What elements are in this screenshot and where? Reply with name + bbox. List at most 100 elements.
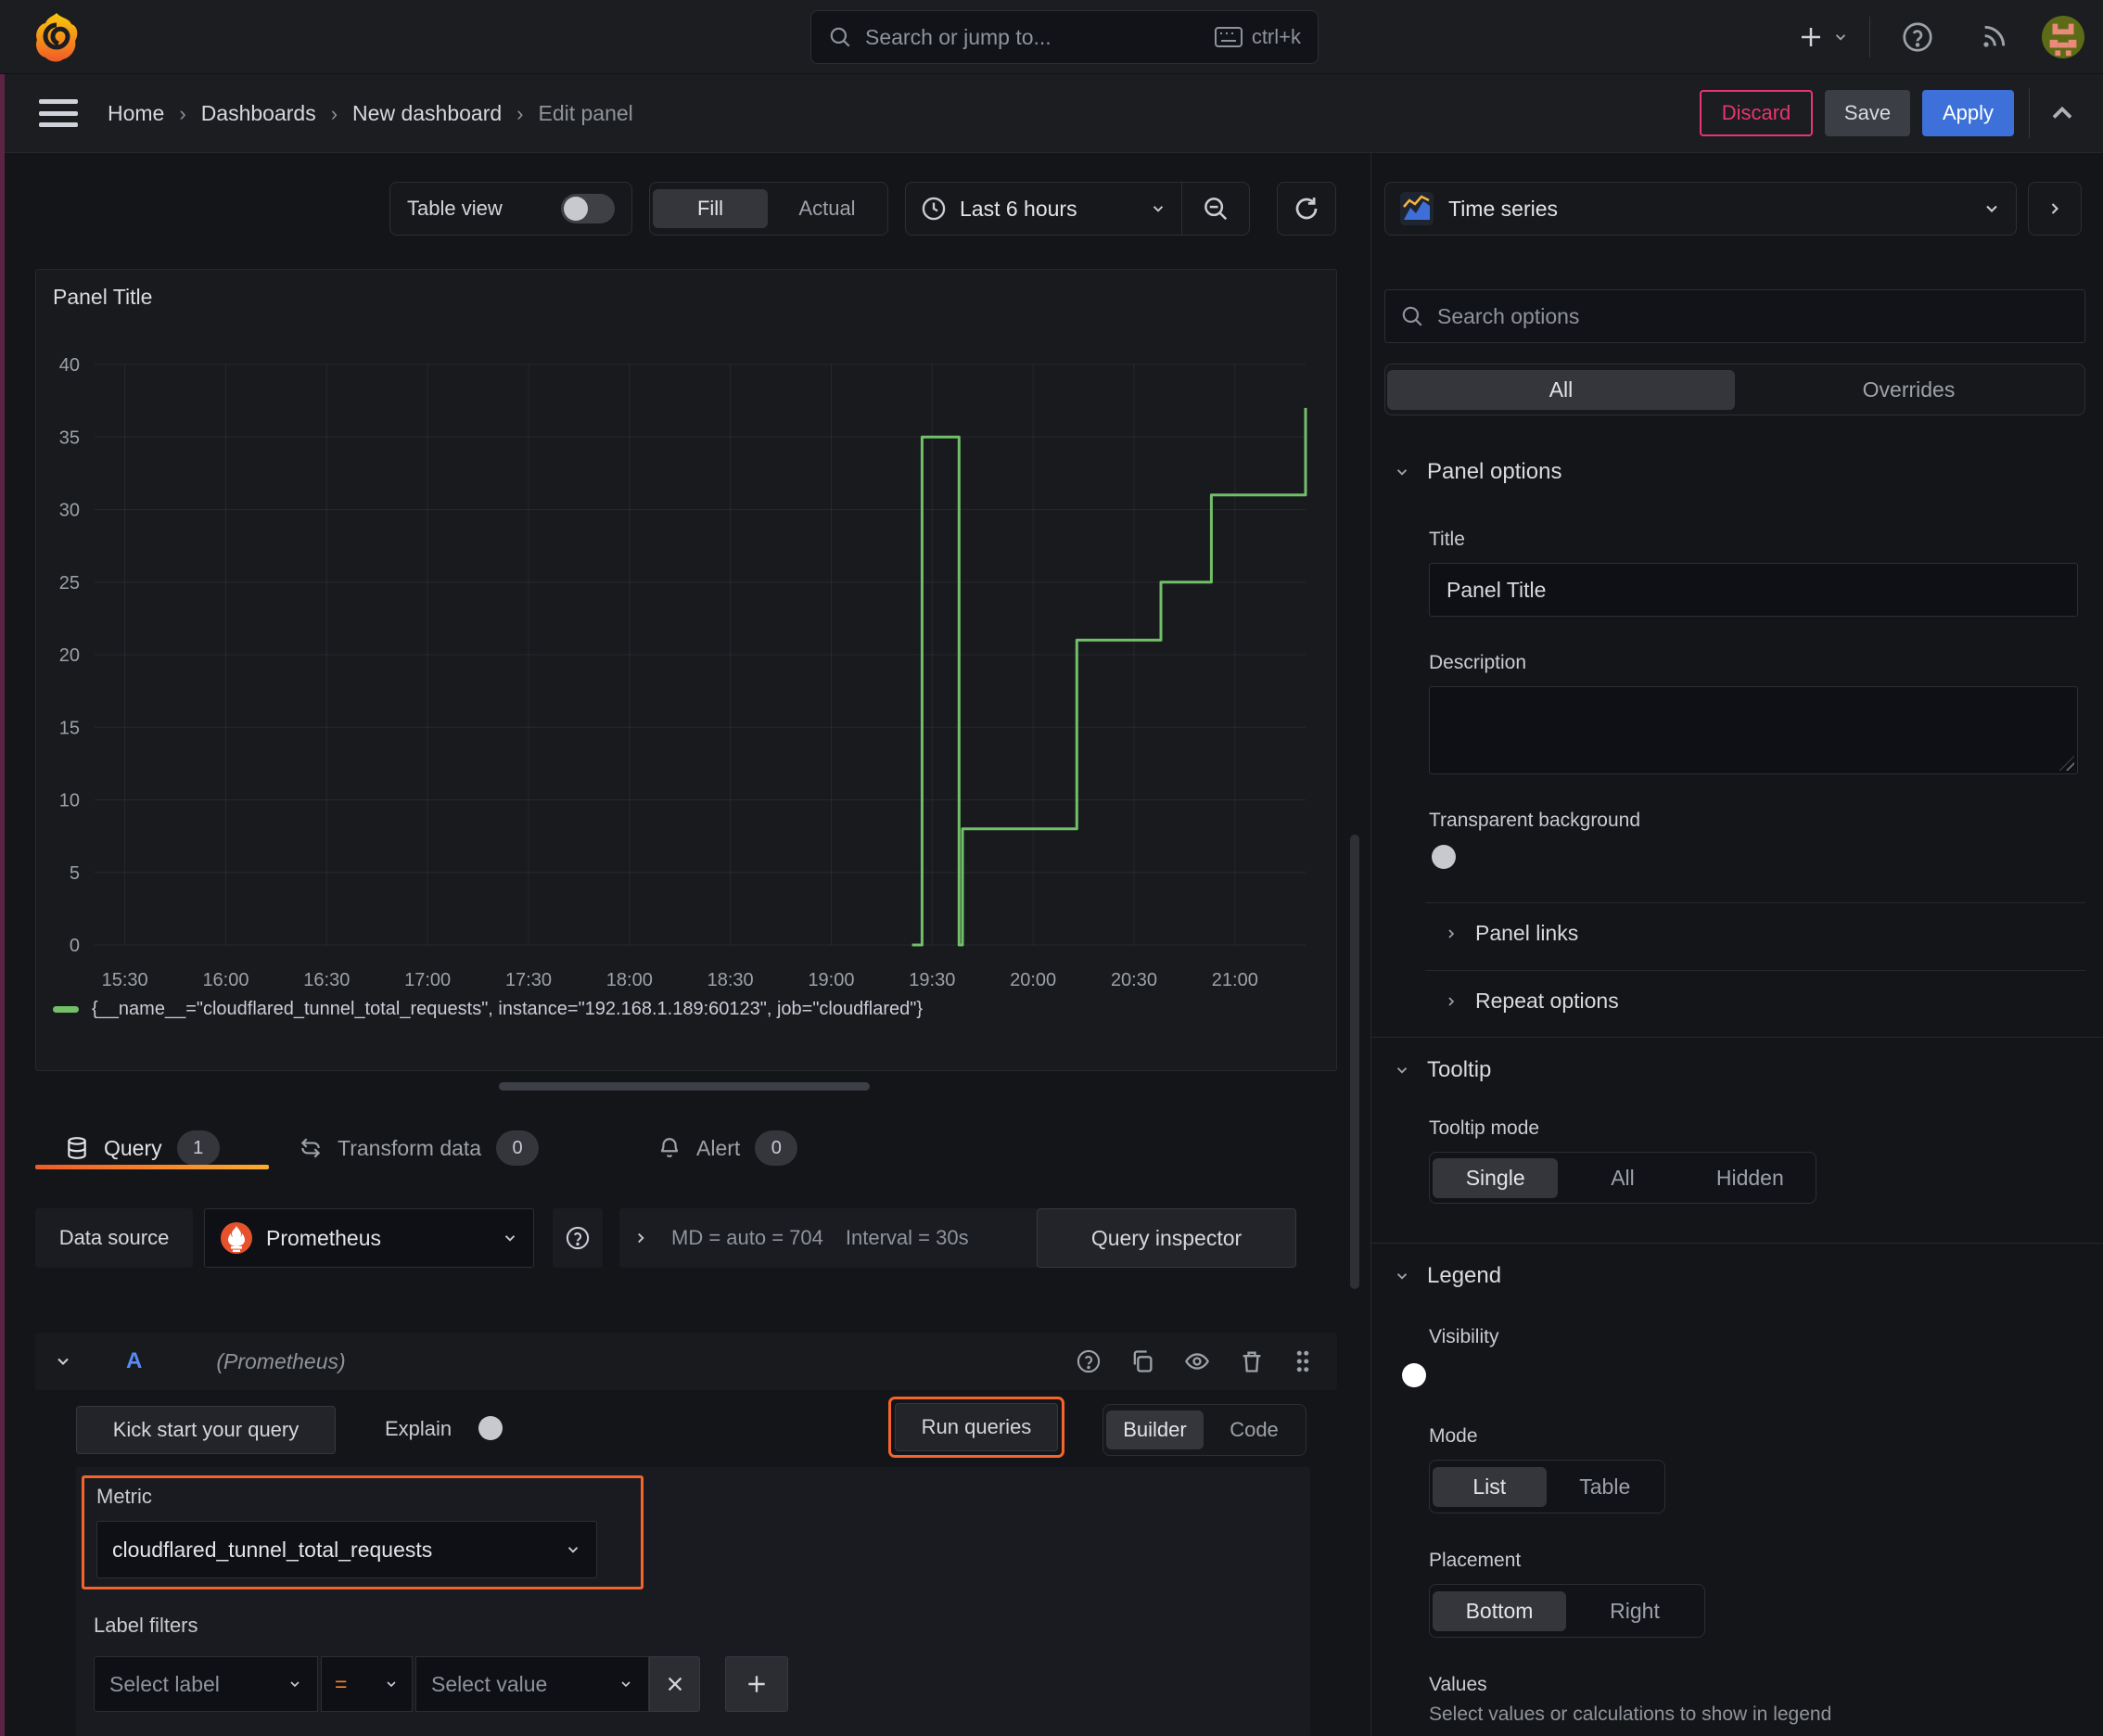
tab-transform-label: Transform data [338,1135,482,1160]
option-table[interactable]: Table [1549,1467,1663,1507]
run-queries-button[interactable]: Run queries [895,1403,1058,1451]
section-repeat-options[interactable]: Repeat options [1444,989,1619,1014]
breadcrumb-item-edit-panel: Edit panel [538,101,633,125]
plus-icon [745,1672,769,1696]
datasource-picker[interactable]: Prometheus [204,1208,534,1268]
svg-text:19:30: 19:30 [909,970,955,990]
section-panel-options[interactable]: Panel options [1394,459,1561,485]
time-series-panel: Panel Title 0 5 10 15 20 25 30 35 40 15:30 16:00 16… [35,269,1337,1071]
global-search[interactable]: Search or jump to... ctrl+k [810,10,1319,64]
option-hidden[interactable]: Hidden [1688,1158,1813,1198]
option-bottom[interactable]: Bottom [1433,1590,1566,1631]
time-series-chart[interactable]: 0 5 10 15 20 25 30 35 40 15:30 16:00 16:30 17:00 17:3… [36,270,1338,1072]
chevron-down-icon [1832,29,1849,45]
svg-text:30: 30 [59,501,80,521]
drag-handle-icon[interactable] [1293,1347,1313,1375]
collapse-sidebar-button[interactable] [2028,182,2082,236]
keyboard-icon [1214,27,1243,47]
help-icon[interactable] [1901,20,1934,54]
refresh-button[interactable] [1277,182,1336,236]
breadcrumb-item-new-dashboard[interactable]: New dashboard [352,101,502,126]
discard-button[interactable]: Discard [1700,90,1813,136]
option-code[interactable]: Code [1205,1410,1303,1449]
select-label-dropdown[interactable]: Select label [94,1656,318,1712]
table-view-toggle[interactable] [561,194,615,223]
description-textarea[interactable] [1429,686,2078,774]
transparent-background-label: Transparent background [1429,810,1641,831]
tab-alert[interactable]: Alert 0 [657,1128,798,1168]
option-right[interactable]: Right [1568,1591,1702,1631]
operator-dropdown[interactable]: = [321,1656,413,1712]
tooltip-mode-label: Tooltip mode [1429,1117,1540,1139]
fill-actual-switch: Fill Actual [649,182,888,236]
apply-button[interactable]: Apply [1922,90,2014,136]
toggle-visibility-icon[interactable] [1183,1348,1211,1374]
options-sidebar: Time series Search options All Overrides [1370,153,2103,1736]
active-tab-underline [35,1165,269,1169]
save-button[interactable]: Save [1825,90,1910,136]
all-overrides-switch: All Overrides [1384,364,2085,415]
grafana-edit-panel-app: Search or jump to... ctrl+k Home › Dashb… [0,0,2103,1736]
svg-text:25: 25 [59,573,80,594]
menu-toggle-button[interactable] [37,96,80,131]
tab-all[interactable]: All [1387,369,1735,410]
kick-start-query-button[interactable]: Kick start your query [76,1406,336,1454]
svg-text:17:00: 17:00 [404,970,451,990]
chevron-down-icon [1150,200,1166,217]
label-filters-label: Label filters [94,1614,198,1637]
breadcrumb-item-dashboards[interactable]: Dashboards [201,101,316,126]
panel-resize-handle[interactable] [499,1082,870,1091]
chart-legend[interactable]: {__name__="cloudflared_tunnel_total_requ… [53,999,923,1020]
database-icon [65,1135,89,1161]
query-help-icon[interactable] [1076,1348,1102,1374]
remove-filter-button[interactable] [649,1656,700,1712]
duplicate-query-icon[interactable] [1129,1348,1155,1374]
collapse-query-icon[interactable] [54,1352,72,1371]
main-scrollbar[interactable] [1350,835,1359,1289]
collapse-pane-icon[interactable] [2046,96,2079,130]
chevron-down-icon [384,1677,399,1691]
search-options-input[interactable]: Search options [1384,289,2085,343]
visualization-picker[interactable]: Time series [1384,182,2017,236]
grafana-logo[interactable] [33,11,80,68]
section-tooltip[interactable]: Tooltip [1394,1057,1491,1083]
breadcrumb-item-home[interactable]: Home [108,101,164,126]
query-ref-id: A [126,1348,143,1373]
option-builder[interactable]: Builder [1106,1410,1204,1449]
svg-text:10: 10 [59,791,80,811]
news-rss-icon[interactable] [1979,22,2008,52]
chevron-right-icon [1444,994,1459,1009]
search-icon [1400,304,1424,328]
zoom-out-icon[interactable] [1182,183,1249,235]
tab-query[interactable]: Query 1 [65,1128,220,1168]
select-value-dropdown[interactable]: Select value [415,1656,649,1712]
option-single[interactable]: Single [1433,1157,1559,1198]
time-range-picker[interactable]: Last 6 hours [906,196,1181,222]
section-panel-links[interactable]: Panel links [1444,921,1578,946]
metric-value: cloudflared_tunnel_total_requests [112,1537,433,1562]
new-menu-button[interactable] [1797,19,1849,56]
metric-select[interactable]: cloudflared_tunnel_total_requests [96,1521,597,1578]
add-filter-button[interactable] [725,1656,788,1712]
query-row-header[interactable]: A (Prometheus) [35,1333,1337,1390]
query-inspector-button[interactable]: Query inspector [1037,1208,1296,1268]
metric-highlight: Metric cloudflared_tunnel_total_requests [82,1475,644,1589]
option-all[interactable]: All [1560,1158,1685,1198]
tab-transform-data[interactable]: Transform data 0 [299,1128,540,1168]
user-avatar[interactable] [2042,16,2084,58]
section-legend[interactable]: Legend [1394,1263,1501,1289]
datasource-help-button[interactable] [553,1208,603,1268]
chevron-down-icon [502,1230,518,1246]
panel-title-input[interactable] [1429,563,2078,617]
option-list[interactable]: List [1433,1466,1547,1507]
time-range-label: Last 6 hours [960,196,1077,221]
option-fill[interactable]: Fill [653,189,768,228]
tab-overrides[interactable]: Overrides [1735,370,2083,410]
svg-text:20:30: 20:30 [1111,970,1157,990]
option-actual[interactable]: Actual [770,189,885,228]
delete-query-icon[interactable] [1239,1348,1265,1374]
svg-text:18:00: 18:00 [606,970,653,990]
query-options-summary[interactable]: MD = auto = 704 Interval = 30s [619,1208,1039,1268]
select-label-placeholder: Select label [109,1671,220,1696]
breadcrumb: Home › Dashboards › New dashboard › Edit panel [108,74,633,153]
